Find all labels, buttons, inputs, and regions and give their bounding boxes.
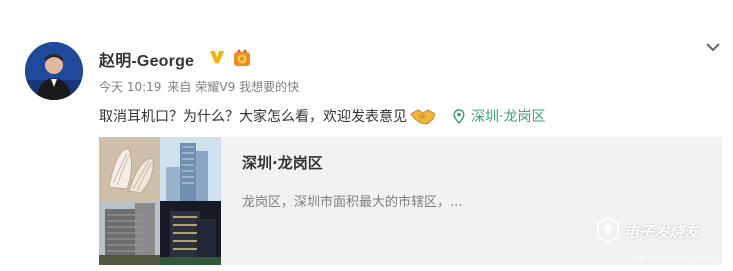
thumbnail-hotel[interactable]: [99, 201, 160, 265]
card-description: 龙岗区，深圳市面积最大的市辖区，...: [242, 195, 463, 210]
medal-icon[interactable]: [232, 49, 252, 67]
watermark-logo: 电子发烧友: [594, 216, 699, 246]
location-thumbnails: [99, 137, 221, 265]
thumbnail-night[interactable]: [160, 201, 221, 265]
v-verified-icon: [210, 51, 224, 63]
weibo-post: 赵明-George 今天 10:19 来自 荣耀V9 我想要的快 取消耳机口？为什么…: [0, 0, 733, 271]
watermark-url: www.elecfans.com: [632, 254, 716, 264]
source-prefix: 来自: [167, 80, 192, 94]
thumbnail-tower[interactable]: [160, 137, 221, 201]
avatar[interactable]: [25, 42, 83, 100]
location-pin-icon: [453, 108, 465, 124]
post-text-row: 取消耳机口？为什么？大家怎么看，欢迎发表意见 深圳·龙岗区: [99, 106, 545, 126]
chevron-down-icon[interactable]: [704, 40, 722, 54]
watermark-text: 电子发烧友: [624, 222, 700, 241]
handshake-icon: [410, 109, 436, 125]
location-link[interactable]: 深圳·龙岗区: [453, 106, 545, 126]
watermark-icon: [597, 216, 619, 245]
location-label: 深圳·龙岗区: [471, 109, 546, 125]
post-time[interactable]: 今天 10:19: [99, 80, 161, 94]
post-meta: 今天 10:19 来自 荣耀V9 我想要的快: [99, 78, 305, 95]
post-text: 取消耳机口？为什么？大家怎么看，欢迎发表意见: [99, 109, 407, 125]
thumbnail-shells[interactable]: [99, 137, 160, 201]
card-title: 深圳·龙岗区: [242, 154, 323, 172]
post-source[interactable]: 荣耀V9 我想要的快: [195, 80, 299, 94]
author-name[interactable]: 赵明-George: [99, 47, 194, 71]
avatar-image: [25, 42, 83, 100]
